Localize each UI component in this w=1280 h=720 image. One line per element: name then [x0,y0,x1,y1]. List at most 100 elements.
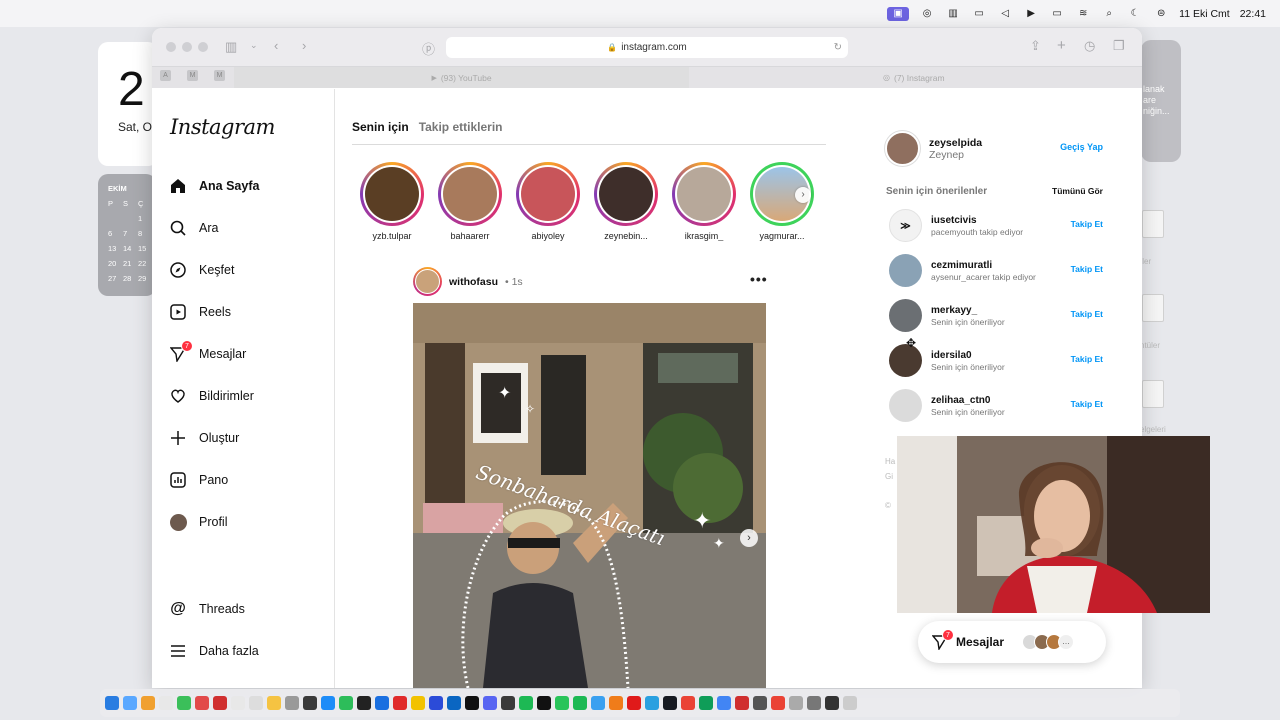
new-tab-icon[interactable]: + [1057,37,1066,54]
see-all-link[interactable]: Tümünü Gör [1052,186,1103,196]
minimize-window-button[interactable] [182,42,192,52]
dock-app-icon[interactable] [843,696,857,710]
dock-app-icon[interactable] [465,696,479,710]
reload-icon[interactable]: ↻ [834,42,842,53]
dock-app-icon[interactable] [195,696,209,710]
tab-instagram[interactable]: ◎ (7) Instagram [689,67,1142,88]
desktop-folder-icon[interactable] [1142,294,1164,322]
nav-threads[interactable]: @ Threads [169,600,245,618]
dock-app-icon[interactable] [105,696,119,710]
nav-notifications[interactable]: Bildirimler [169,387,254,405]
dock-app-icon[interactable] [537,696,551,710]
tab-youtube[interactable]: ▶ (93) YouTube [234,67,689,88]
carousel-next-icon[interactable]: › [740,529,758,547]
dock-app-icon[interactable] [213,696,227,710]
story-item[interactable]: yagmurar... › [750,162,814,241]
dock-app-icon[interactable] [321,696,335,710]
dock-app-icon[interactable] [357,696,371,710]
pinned-tab[interactable]: M [214,70,225,81]
suggestion-username[interactable]: idersila0 [931,350,1005,361]
dock-app-icon[interactable] [825,696,839,710]
suggestion-username[interactable]: zelihaa_ctn0 [931,395,1005,406]
dock-app-icon[interactable] [447,696,461,710]
follow-button[interactable]: Takip Et [1071,219,1103,229]
wifi-icon[interactable]: ≋ [1075,7,1091,21]
stories-next-icon[interactable]: › [795,187,811,203]
share-icon[interactable]: ⇪ [1030,38,1041,54]
footer-links[interactable]: Ha [885,457,895,466]
dock-app-icon[interactable] [159,696,173,710]
post-username[interactable]: withofasu [449,276,498,288]
dock-app-icon[interactable] [519,696,533,710]
dock-app-icon[interactable] [303,696,317,710]
dock-app-icon[interactable] [609,696,623,710]
spotlight-search-icon[interactable]: ⌕ [1101,7,1117,21]
switch-account-button[interactable]: Geçiş Yap [1060,142,1103,152]
dock-app-icon[interactable] [789,696,803,710]
suggestion-avatar[interactable] [889,299,922,332]
suggestion-avatar[interactable] [889,254,922,287]
forward-icon[interactable]: › [302,38,306,53]
post-avatar[interactable] [413,267,442,296]
nav-messages[interactable]: 7 Mesajlar [169,340,246,363]
display-icon[interactable]: ▭ [971,7,987,21]
dock-app-icon[interactable] [393,696,407,710]
dock-app-icon[interactable] [411,696,425,710]
dock-app-icon[interactable] [231,696,245,710]
pinned-tab[interactable]: M [187,70,198,81]
nav-explore[interactable]: Keşfet [169,261,234,279]
tab-for-you[interactable]: Senin için [352,120,409,134]
dock-app-icon[interactable] [141,696,155,710]
dock-app-icon[interactable] [375,696,389,710]
tab-following[interactable]: Takip ettiklerin [419,120,503,134]
dock-app-icon[interactable] [735,696,749,710]
dock-app-icon[interactable] [123,696,137,710]
suggestion-avatar[interactable]: ≫ [889,209,922,242]
current-username[interactable]: zeyselpida [929,137,982,149]
dock-app-icon[interactable] [627,696,641,710]
dock-app-icon[interactable] [663,696,677,710]
dock-app-icon[interactable] [249,696,263,710]
dock-app-icon[interactable] [591,696,605,710]
follow-button[interactable]: Takip Et [1071,399,1103,409]
messages-floating-button[interactable]: 7 Mesajlar … [918,621,1106,663]
volume-icon[interactable]: ◁ [997,7,1013,21]
nav-profile[interactable]: Profil [169,513,227,531]
follow-button[interactable]: Takip Et [1071,354,1103,364]
dock-app-icon[interactable] [501,696,515,710]
dock-app-icon[interactable] [753,696,767,710]
footer-links[interactable]: Gi [885,472,893,481]
menubar-time[interactable]: 22:41 [1240,8,1266,20]
story-item[interactable]: zeynebin... [594,162,658,241]
dock-app-icon[interactable] [645,696,659,710]
nav-search[interactable]: Ara [169,219,218,237]
suggestion-avatar[interactable] [889,389,922,422]
control-center-icon[interactable]: ⊜ [1153,7,1169,21]
tab-overview-icon[interactable]: ❐ [1113,38,1125,54]
desktop-doc-icon[interactable] [1142,380,1164,408]
instagram-logo[interactable]: Instagram [170,115,275,139]
suggestion-username[interactable]: cezmimuratli [931,260,1036,271]
dock-app-icon[interactable] [771,696,785,710]
menubar-date[interactable]: 11 Eki Cmt [1179,8,1230,20]
zoom-window-button[interactable] [198,42,208,52]
history-icon[interactable]: ◷ [1084,38,1095,54]
screen-share-icon[interactable]: ▣ [887,6,910,21]
suggestion-username[interactable]: merkayy_ [931,305,1005,316]
nav-more[interactable]: Daha fazla [169,642,259,660]
nav-dashboard[interactable]: Pano [169,471,228,489]
dock-app-icon[interactable] [681,696,695,710]
dock-app-icon[interactable] [429,696,443,710]
battery-icon[interactable]: ▭ [1049,7,1065,21]
dock-app-icon[interactable] [717,696,731,710]
dock-app-icon[interactable] [177,696,191,710]
post-more-icon[interactable]: ••• [750,271,768,287]
back-icon[interactable]: ‹ [274,38,278,53]
grid-status-icon[interactable]: ▥ [945,7,961,21]
suggestion-username[interactable]: iusetcivis [931,215,1023,226]
story-item[interactable]: yzb.tulpar [360,162,424,241]
dock-app-icon[interactable] [339,696,353,710]
chevron-down-icon[interactable]: ⌄ [250,40,258,51]
nav-reels[interactable]: Reels [169,303,231,321]
story-item[interactable]: ikrasgim_ [672,162,736,241]
